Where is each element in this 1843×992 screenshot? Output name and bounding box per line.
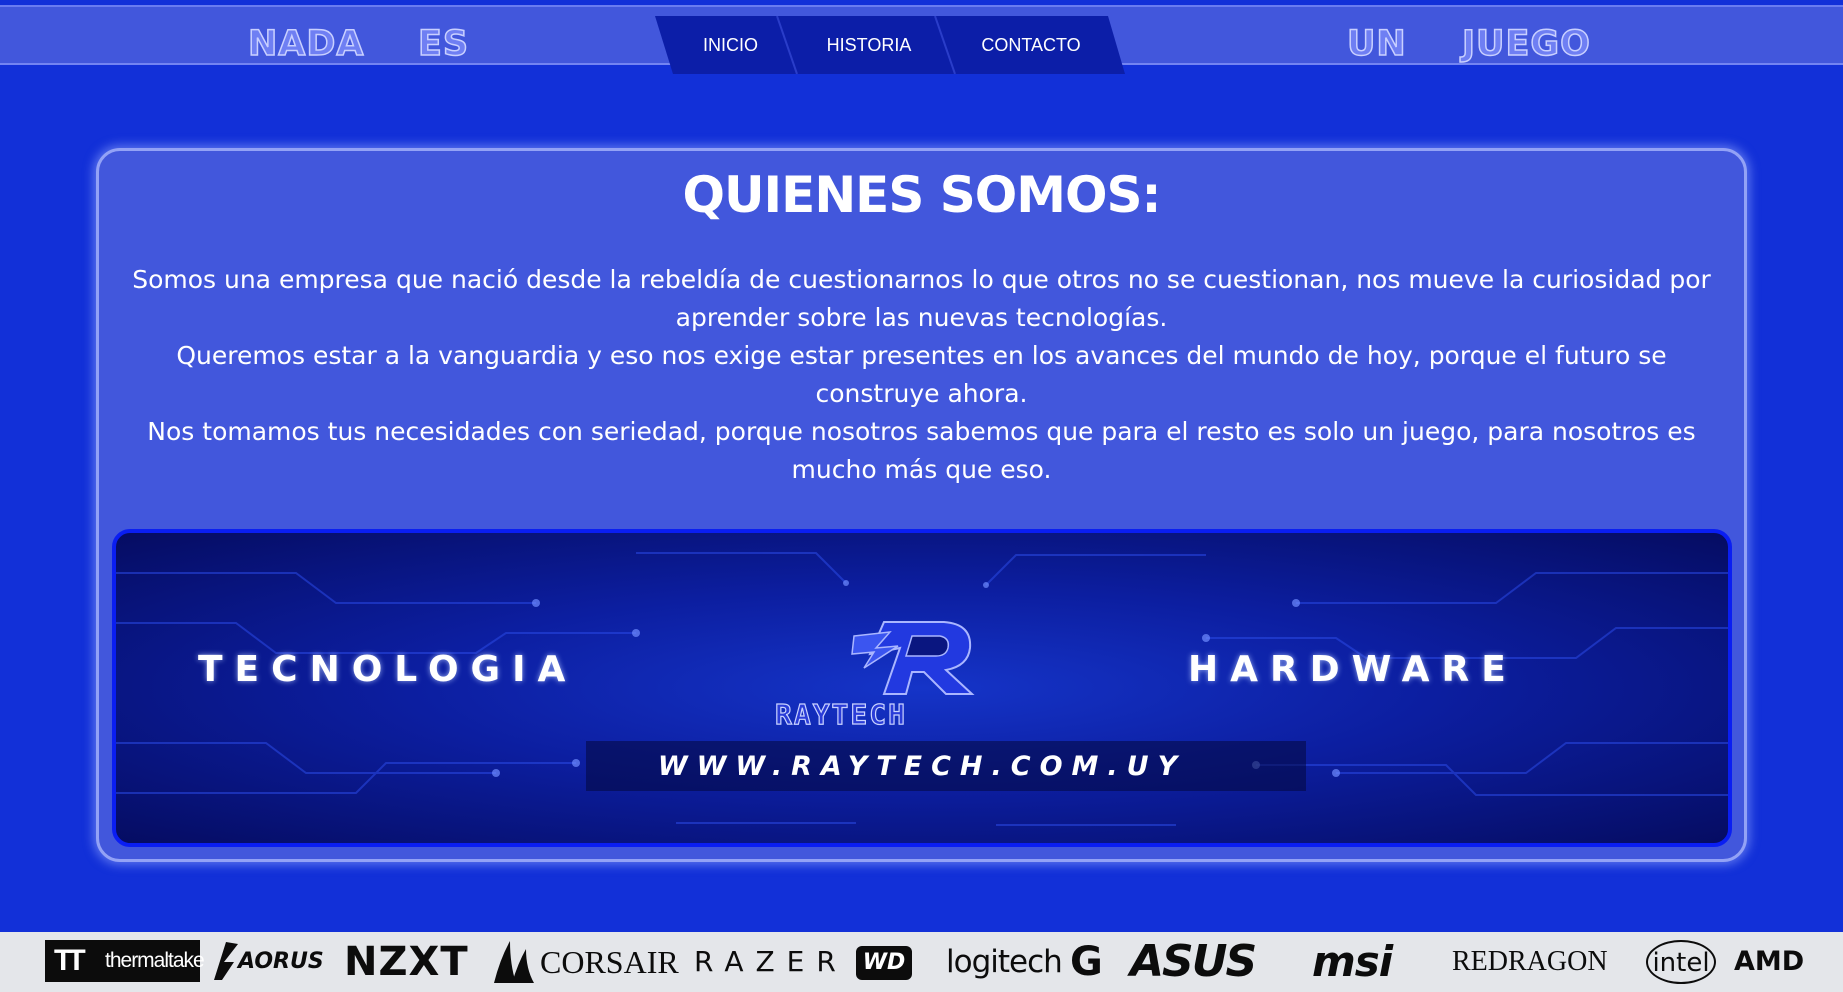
brand-logo-logitech-g: G [1070, 939, 1103, 985]
banner-url: WWW.RAYTECH.COM.UY [657, 751, 1187, 782]
banner-text-hardware: HARDWARE [1188, 649, 1518, 690]
brand-logo-amd: AMD [1734, 946, 1805, 977]
main-nav: INICIO HISTORIA CONTACTO [655, 16, 1125, 74]
aorus-wing-icon [214, 942, 238, 980]
brand-logo-thermaltake: TT thermaltake [45, 940, 205, 982]
nav-link-contacto[interactable]: CONTACTO [951, 16, 1111, 74]
about-body: Somos una empresa que nació desde la reb… [119, 261, 1724, 489]
raytech-logo-text: RAYTECH [774, 697, 907, 731]
brand-logo-nzxt: NZXT [344, 939, 469, 985]
brand-logo-razer: RAZER [694, 945, 848, 978]
brand-logo-aorus: AORUS [212, 932, 324, 992]
thermaltake-mark-icon: TT [54, 944, 86, 977]
banner-text-tecnologia: TECNOLOGIA [198, 649, 578, 690]
brand-logo-redragon: REDRAGON [1452, 946, 1608, 977]
motto-word-juego: JUEGO [1461, 23, 1591, 65]
raytech-logo-icon [851, 621, 975, 695]
nav-link-historia[interactable]: HISTORIA [793, 16, 945, 74]
brand-logo-wd: WD [856, 946, 912, 980]
corsair-sails-icon [494, 941, 534, 983]
motto-word-un: UN [1346, 23, 1407, 65]
brand-logo-strip: TT thermaltake AORUS NZXT CORSAIR RAZER W… [0, 932, 1843, 992]
brand-logo-logitech: logitech [946, 944, 1063, 980]
nav-link-inicio[interactable]: INICIO [673, 16, 788, 74]
about-paragraph: Queremos estar a la vanguardia y eso nos… [176, 341, 1667, 408]
brand-logo-corsair: CORSAIR [490, 932, 679, 992]
about-title: QUIENES SOMOS: [682, 166, 1161, 224]
about-paragraph: Somos una empresa que nació desde la reb… [132, 265, 1711, 332]
brand-logo-msi: msi [1312, 937, 1393, 986]
site-header: NADA ES INICIO HISTORIA CONTACTO UN JUEG… [0, 5, 1843, 74]
brand-logo-asus: ASUS [1130, 936, 1257, 987]
raytech-banner: TECNOLOGIA HARDWARE RAYTECH WWW.RAYTECH.… [112, 529, 1732, 847]
about-panel: QUIENES SOMOS: Somos una empresa que nac… [96, 148, 1747, 862]
motto-word-es: ES [417, 23, 470, 65]
brand-logo-intel: intel [1646, 940, 1716, 984]
motto-word-nada: NADA [247, 23, 365, 65]
about-paragraph: Nos tomamos tus necesidades con seriedad… [147, 417, 1696, 484]
